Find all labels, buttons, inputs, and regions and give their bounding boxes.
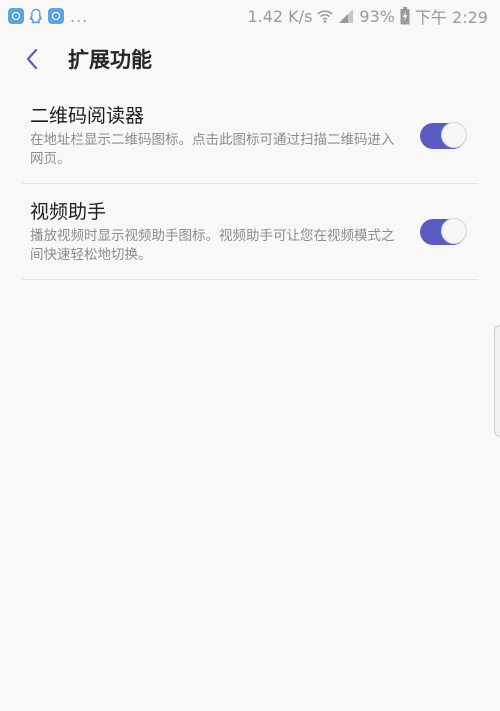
app-bar: 扩展功能 [0,36,500,82]
notification-area: ... [0,7,88,26]
page-title: 扩展功能 [68,48,152,72]
toggle-knob [441,122,467,148]
setting-item-qr-reader[interactable]: 二维码阅读器 在地址栏显示二维码图标。点击此图标可通过扫描二维码进入网页。 [22,88,478,184]
setting-title: 二维码阅读器 [30,105,145,127]
qq-icon [29,8,42,23]
clock: 下午 2:29 [414,8,488,27]
wifi-icon [317,10,333,23]
back-button[interactable] [12,39,52,79]
app-notification-icon [48,8,64,24]
system-status-area: 1.42 K/s 93% 下午 2:29 [247,4,500,28]
toggle-knob [441,218,467,244]
chevron-left-icon [26,48,38,70]
setting-description: 在地址栏显示二维码图标。点击此图标可通过扫描二维码进入网页。 [30,132,395,167]
setting-description: 播放视频时显示视频助手图标。视频助手可让您在视频模式之间快速轻松地切换。 [30,228,395,263]
setting-text: 二维码阅读器 在地址栏显示二维码图标。点击此图标可通过扫描二维码进入网页。 [30,104,398,169]
battery-percentage: 93% [359,6,395,26]
status-bar: ... 1.42 K/s 93% 下午 2:29 [0,0,500,32]
setting-title: 视频助手 [30,201,107,223]
battery-charging-icon [400,7,410,25]
network-speed: 1.42 K/s [247,6,313,26]
qr-reader-toggle[interactable] [420,122,467,149]
video-assistant-toggle[interactable] [420,218,467,245]
app-notification-icon [8,8,24,24]
setting-item-video-assistant[interactable]: 视频助手 播放视频时显示视频助手图标。视频助手可让您在视频模式之间快速轻松地切换… [22,184,478,280]
settings-list: 二维码阅读器 在地址栏显示二维码图标。点击此图标可通过扫描二维码进入网页。 视频… [0,88,500,280]
setting-text: 视频助手 播放视频时显示视频助手图标。视频助手可让您在视频模式之间快速轻松地切换… [30,200,398,265]
more-notifications-indicator: ... [70,6,89,26]
edge-panel-handle[interactable] [494,325,500,437]
signal-icon [339,9,354,23]
